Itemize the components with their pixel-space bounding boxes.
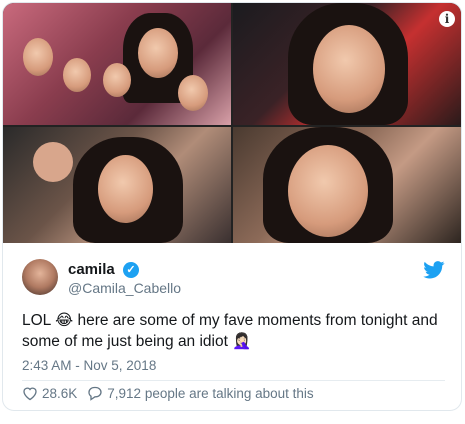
laughing-emoji-icon: 😂	[55, 311, 74, 329]
embedded-tweet: i camila ✓ @Camila_Cabello LOL 😂 here ar…	[2, 2, 462, 411]
photo-funny-face[interactable]	[233, 127, 461, 243]
twitter-bird-icon[interactable]	[423, 261, 445, 279]
tweet-media-grid[interactable]: i	[3, 3, 461, 243]
speech-bubble-icon	[88, 386, 102, 401]
tweet-actions: 28.6K 7,912 people are talking about thi…	[22, 386, 314, 401]
user-handle[interactable]: @Camila_Cabello	[68, 280, 181, 296]
divider	[22, 380, 445, 381]
avatar[interactable]	[22, 259, 58, 295]
verified-badge-icon: ✓	[123, 262, 139, 278]
heart-icon	[23, 387, 37, 401]
tweet-text: LOL 😂 here are some of my fave moments f…	[22, 310, 442, 352]
like-button[interactable]: 28.6K	[22, 386, 77, 401]
reply-button[interactable]: 7,912 people are talking about this	[87, 386, 314, 401]
photo-hand-on-head[interactable]	[3, 127, 231, 243]
display-name[interactable]: camila	[68, 261, 115, 278]
facepalm-emoji-icon: 🤦🏻‍♀️	[232, 332, 252, 350]
like-count: 28.6K	[42, 386, 78, 401]
photo-laughing[interactable]: i	[233, 3, 461, 125]
info-icon[interactable]: i	[439, 11, 455, 27]
tweet-text-start: LOL	[22, 312, 56, 329]
conversation-count: 7,912 people are talking about this	[107, 386, 314, 401]
photo-fans-selfie[interactable]	[3, 3, 231, 125]
tweet-timestamp[interactable]: 2:43 AM - Nov 5, 2018	[22, 358, 156, 373]
tweet-text-middle: here are some of my fave moments from to…	[22, 312, 438, 350]
